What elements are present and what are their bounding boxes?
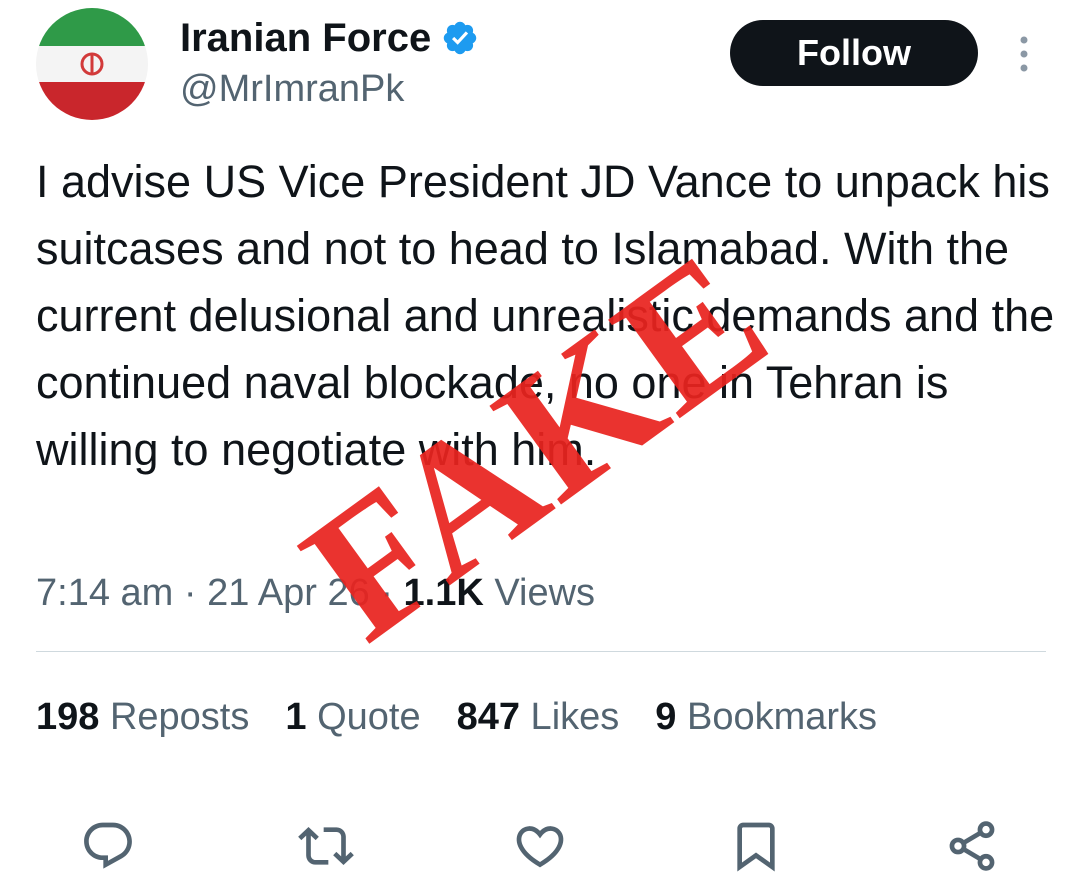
bookmark-button[interactable] bbox=[728, 818, 784, 874]
more-vertical-icon bbox=[1020, 36, 1028, 72]
display-name[interactable]: Iranian Force bbox=[180, 14, 479, 62]
reposts-count: 198 bbox=[36, 696, 100, 738]
verified-badge-icon bbox=[443, 21, 477, 55]
bookmarks-count: 9 bbox=[655, 696, 677, 738]
avatar[interactable] bbox=[36, 8, 148, 120]
bookmarks-label: Bookmarks bbox=[676, 696, 878, 738]
reposts-stat[interactable]: 198 Reposts bbox=[36, 694, 249, 740]
reply-button[interactable] bbox=[80, 818, 136, 874]
tweet-text: I advise US Vice President JD Vance to u… bbox=[36, 156, 1055, 475]
views-count: 1.1K bbox=[403, 572, 484, 614]
display-name-text: Iranian Force bbox=[180, 16, 432, 60]
quotes-stat[interactable]: 1 Quote bbox=[285, 694, 420, 740]
tweet-timestamp[interactable]: 7:14 am · 21 Apr 26 · bbox=[36, 572, 404, 614]
bookmark-icon bbox=[737, 822, 775, 872]
likes-label: Likes bbox=[520, 696, 620, 738]
engagement-stats: 198 Reposts 1 Quote 847 Likes 9 Bookmark… bbox=[36, 694, 913, 740]
tweet-meta: 7:14 am · 21 Apr 26 · 1.1K Views bbox=[36, 570, 595, 616]
like-button[interactable] bbox=[512, 818, 568, 874]
like-icon bbox=[516, 826, 564, 868]
user-handle[interactable]: @MrImranPk bbox=[180, 66, 404, 112]
reply-icon bbox=[84, 822, 132, 869]
iran-flag-avatar-icon bbox=[36, 8, 148, 120]
likes-stat[interactable]: 847 Likes bbox=[457, 694, 620, 740]
quotes-label: Quote bbox=[306, 696, 421, 738]
views-label: Views bbox=[483, 572, 596, 614]
repost-button[interactable] bbox=[298, 818, 354, 874]
bookmarks-stat[interactable]: 9 Bookmarks bbox=[655, 694, 877, 740]
divider bbox=[36, 651, 1046, 652]
share-button[interactable] bbox=[944, 818, 1000, 874]
reposts-label: Reposts bbox=[99, 696, 250, 738]
repost-icon bbox=[298, 827, 354, 865]
likes-count: 847 bbox=[456, 696, 520, 738]
follow-button[interactable]: Follow bbox=[730, 20, 978, 86]
quotes-count: 1 bbox=[285, 696, 307, 738]
more-options-button[interactable] bbox=[1010, 34, 1038, 74]
share-icon bbox=[949, 821, 995, 871]
